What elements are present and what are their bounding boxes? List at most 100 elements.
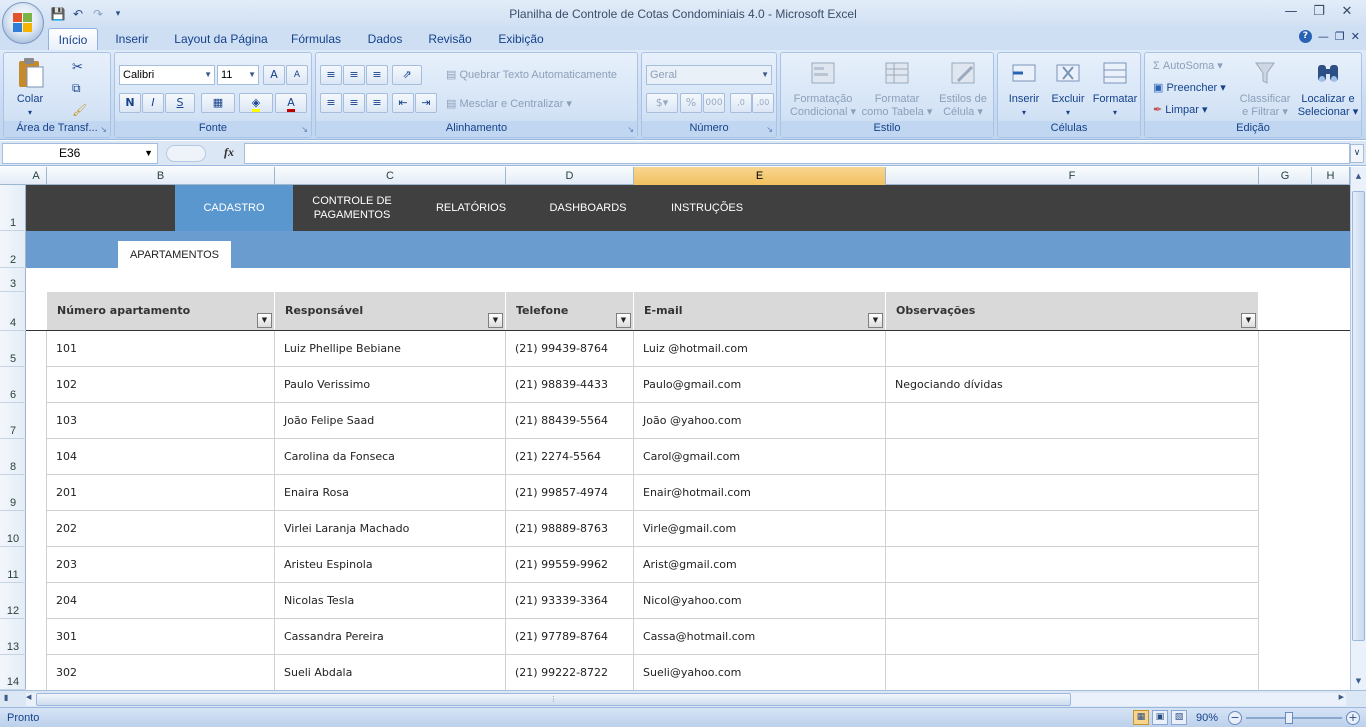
cell-phone[interactable]: (21) 99857-4974 bbox=[505, 475, 633, 511]
scroll-left-icon[interactable]: ◀ bbox=[26, 693, 31, 701]
row-header[interactable]: 13 bbox=[0, 619, 26, 655]
alignment-launcher-icon[interactable]: ↘ bbox=[627, 125, 634, 134]
customize-qat-icon[interactable]: ▾ bbox=[110, 6, 126, 22]
column-header-h[interactable]: H bbox=[1312, 167, 1350, 185]
cell-notes[interactable] bbox=[885, 475, 1258, 511]
filter-dropdown-icon[interactable]: ▼ bbox=[616, 313, 631, 328]
filter-dropdown-icon[interactable]: ▼ bbox=[488, 313, 503, 328]
cell-apartment[interactable]: 302 bbox=[46, 655, 274, 690]
merge-center-button[interactable]: ▤ Mesclar e Centralizar ▾ bbox=[446, 97, 572, 110]
copy-icon[interactable]: ⧉ bbox=[72, 81, 81, 96]
format-as-table-button[interactable]: Formatar como Tabela ▾ bbox=[861, 57, 933, 119]
filter-dropdown-icon[interactable]: ▼ bbox=[257, 313, 272, 328]
row-header[interactable]: 9 bbox=[0, 475, 26, 511]
cell-responsible[interactable]: Enaira Rosa bbox=[274, 475, 505, 511]
cell-notes[interactable] bbox=[885, 547, 1258, 583]
row-header[interactable]: 12 bbox=[0, 583, 26, 619]
workbook-minimize-icon[interactable]: — bbox=[1318, 30, 1329, 43]
align-left-button[interactable]: ≡ bbox=[320, 93, 342, 113]
office-button[interactable] bbox=[2, 2, 44, 44]
insert-cells-button[interactable]: Inserir ▾ bbox=[1002, 57, 1046, 119]
cell-email[interactable]: Sueli@yahoo.com bbox=[633, 655, 885, 690]
redo-icon[interactable]: ↷ bbox=[90, 6, 106, 22]
cell-phone[interactable]: (21) 93339-3364 bbox=[505, 583, 633, 619]
subtab-apartamentos[interactable]: APARTAMENTOS bbox=[118, 241, 231, 268]
scroll-right-icon[interactable]: ▶ bbox=[1339, 693, 1344, 701]
conditional-formatting-button[interactable]: Formatação Condicional ▾ bbox=[785, 57, 861, 119]
cell-apartment[interactable]: 103 bbox=[46, 403, 274, 439]
cell-responsible[interactable]: Aristeu Espinola bbox=[274, 547, 505, 583]
row-header[interactable]: 11 bbox=[0, 547, 26, 583]
format-painter-icon[interactable]: 🖌 bbox=[72, 103, 87, 117]
cell-email[interactable]: Enair@hotmail.com bbox=[633, 475, 885, 511]
cell-notes[interactable] bbox=[885, 619, 1258, 655]
vertical-scroll-thumb[interactable] bbox=[1352, 191, 1365, 641]
paste-button[interactable]: Colar ▾ bbox=[8, 57, 52, 119]
nav-dashboards[interactable]: DASHBOARDS bbox=[538, 185, 638, 231]
help-icon[interactable]: ? bbox=[1298, 30, 1312, 43]
nav-controle-pagamentos[interactable]: CONTROLE DE PAGAMENTOS bbox=[293, 185, 411, 231]
page-layout-view-icon[interactable]: ▣ bbox=[1152, 710, 1168, 725]
cell-email[interactable]: Paulo@gmail.com bbox=[633, 367, 885, 403]
formula-splitter[interactable] bbox=[166, 145, 206, 162]
cell-email[interactable]: Carol@gmail.com bbox=[633, 439, 885, 475]
cell-apartment[interactable]: 104 bbox=[46, 439, 274, 475]
cell-notes[interactable] bbox=[885, 331, 1258, 367]
row-header[interactable]: 7 bbox=[0, 403, 26, 439]
cell-phone[interactable]: (21) 99439-8764 bbox=[505, 331, 633, 367]
horizontal-scrollbar[interactable]: ◀ ⋮ ▶ bbox=[26, 693, 1346, 706]
shrink-font-button[interactable]: A bbox=[286, 65, 308, 85]
horizontal-scroll-thumb[interactable]: ⋮ bbox=[36, 693, 1071, 706]
borders-button[interactable]: ▦ bbox=[201, 93, 235, 113]
increase-decimal-button[interactable]: ,0 bbox=[730, 93, 752, 113]
row-header[interactable]: 10 bbox=[0, 511, 26, 547]
cell-email[interactable]: Luiz @hotmail.com bbox=[633, 331, 885, 367]
percent-button[interactable]: % bbox=[680, 93, 702, 113]
tab-inicio[interactable]: Início bbox=[48, 28, 98, 50]
workbook-restore-icon[interactable]: ❐ bbox=[1335, 30, 1345, 43]
bold-button[interactable]: N bbox=[119, 93, 141, 113]
cell-phone[interactable]: (21) 2274-5564 bbox=[505, 439, 633, 475]
nav-relatorios[interactable]: RELATÓRIOS bbox=[421, 185, 521, 231]
font-color-button[interactable]: A bbox=[275, 93, 307, 113]
scroll-up-icon[interactable]: ▲ bbox=[1352, 169, 1365, 183]
cell-responsible[interactable]: Paulo Verissimo bbox=[274, 367, 505, 403]
row-header[interactable]: 6 bbox=[0, 367, 26, 403]
thousands-button[interactable]: 000 bbox=[703, 93, 725, 113]
cell-email[interactable]: Cassa@hotmail.com bbox=[633, 619, 885, 655]
cell-responsible[interactable]: Nicolas Tesla bbox=[274, 583, 505, 619]
font-size-select[interactable]: 11 ▼ bbox=[217, 65, 259, 85]
zoom-in-icon[interactable]: + bbox=[1346, 711, 1360, 725]
wrap-text-button[interactable]: ▤ Quebrar Texto Automaticamente bbox=[446, 68, 617, 81]
cell-apartment[interactable]: 101 bbox=[46, 331, 274, 367]
column-header-e[interactable]: E bbox=[634, 167, 886, 185]
grow-font-button[interactable]: A bbox=[263, 65, 285, 85]
cell-responsible[interactable]: Carolina da Fonseca bbox=[274, 439, 505, 475]
align-top-button[interactable]: ≡ bbox=[320, 65, 342, 85]
delete-cells-button[interactable]: Excluir ▾ bbox=[1046, 57, 1090, 119]
name-box[interactable]: E36 ▼ bbox=[2, 143, 158, 164]
tab-revisao[interactable]: Revisão bbox=[420, 28, 480, 50]
cell-phone[interactable]: (21) 99222-8722 bbox=[505, 655, 633, 690]
cell-email[interactable]: Virle@gmail.com bbox=[633, 511, 885, 547]
cell-email[interactable]: Nicol@yahoo.com bbox=[633, 583, 885, 619]
cell-apartment[interactable]: 202 bbox=[46, 511, 274, 547]
cell-apartment[interactable]: 203 bbox=[46, 547, 274, 583]
sort-filter-button[interactable]: Classificar e Filtrar ▾ bbox=[1233, 57, 1297, 119]
normal-view-icon[interactable]: ▦ bbox=[1133, 710, 1149, 725]
cell-notes[interactable] bbox=[885, 655, 1258, 690]
align-middle-button[interactable]: ≡ bbox=[343, 65, 365, 85]
column-header-b[interactable]: B bbox=[47, 167, 275, 185]
column-header-g[interactable]: G bbox=[1259, 167, 1312, 185]
column-header-d[interactable]: D bbox=[506, 167, 634, 185]
cell-notes[interactable] bbox=[885, 511, 1258, 547]
cell-apartment[interactable]: 102 bbox=[46, 367, 274, 403]
undo-icon[interactable]: ↶ bbox=[70, 6, 86, 22]
zoom-level[interactable]: 90% bbox=[1196, 708, 1218, 727]
decrease-indent-button[interactable]: ⇤ bbox=[392, 93, 414, 113]
fill-color-button[interactable]: ◈ bbox=[239, 93, 273, 113]
autosum-button[interactable]: Σ AutoSoma ▾ bbox=[1153, 59, 1223, 72]
cell-phone[interactable]: (21) 98889-8763 bbox=[505, 511, 633, 547]
sheet-tab-splitter-icon[interactable]: ▮ bbox=[4, 693, 8, 702]
cell-email[interactable]: João @yahoo.com bbox=[633, 403, 885, 439]
